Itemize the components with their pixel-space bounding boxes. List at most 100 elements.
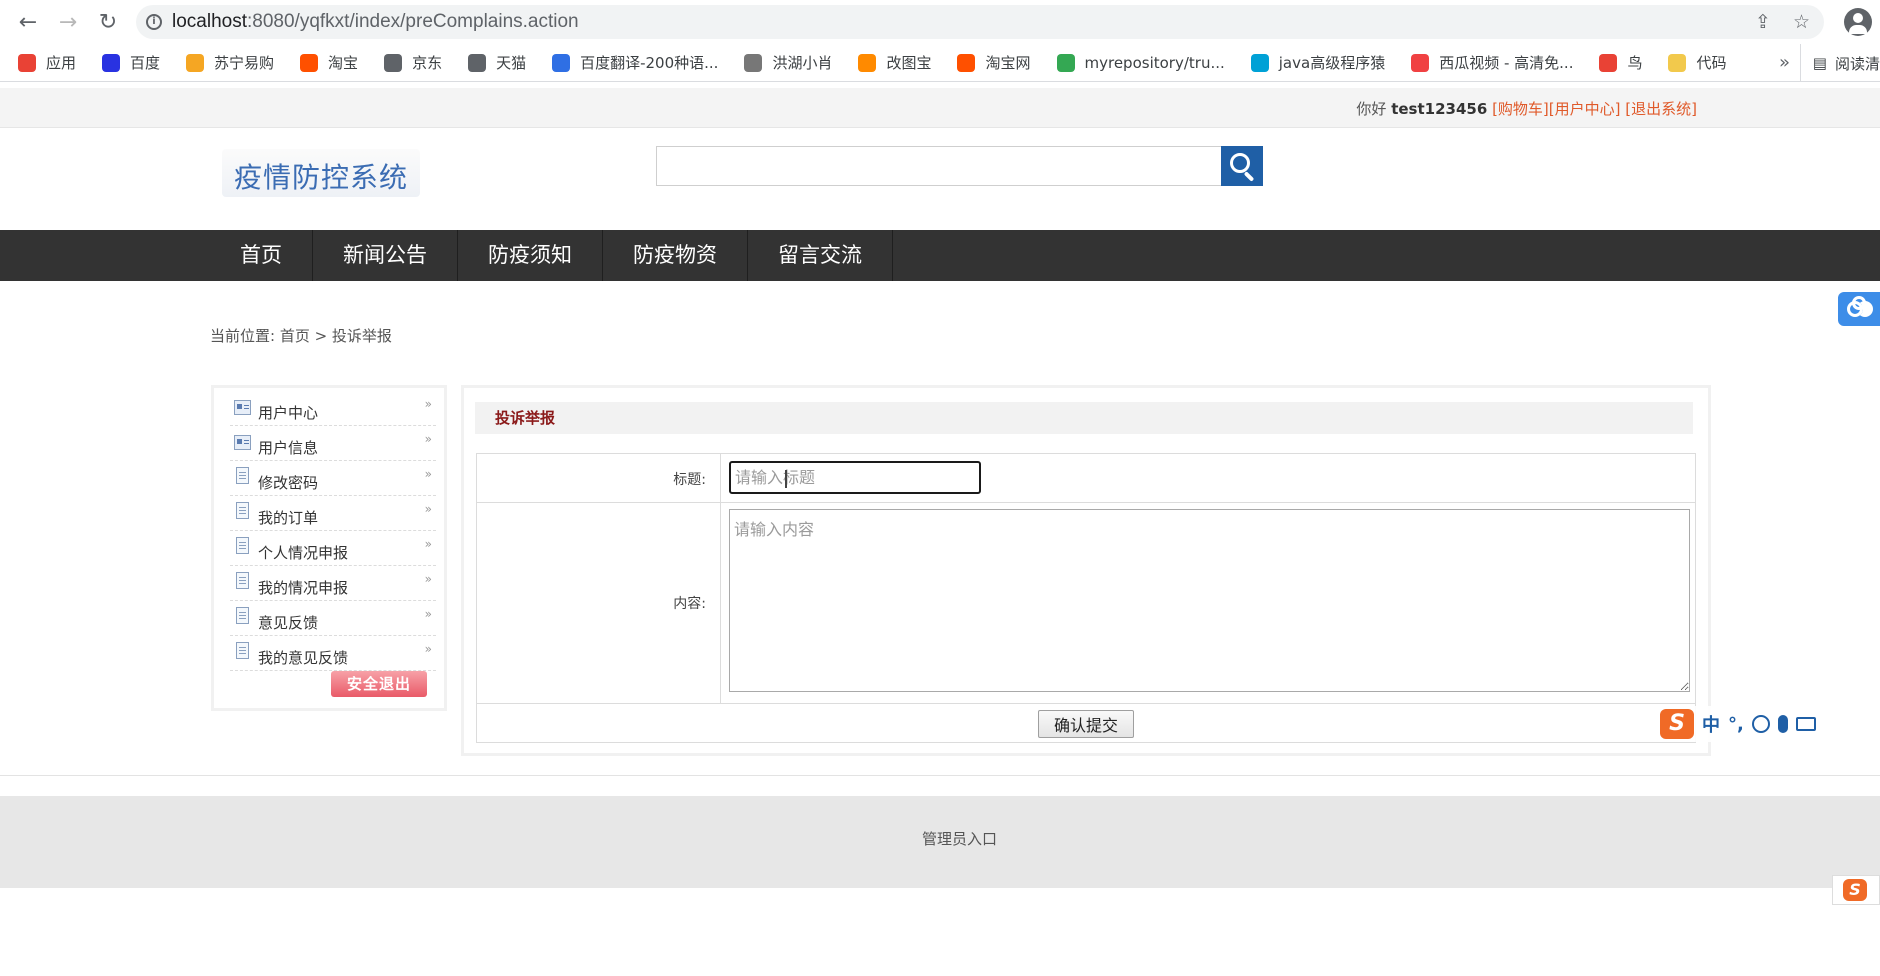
bookmark-item[interactable]: 鸟 <box>1599 52 1642 73</box>
ime-mode-toggle[interactable]: 中 <box>1702 711 1720 737</box>
title-input[interactable] <box>729 461 981 494</box>
cart-link[interactable]: [购物车] <box>1492 100 1549 118</box>
bookmark-favicon-icon <box>1056 53 1075 72</box>
sidebar-item-change-password[interactable]: 修改密码 » <box>230 461 436 496</box>
ime-punctuation-toggle[interactable]: °, <box>1728 714 1744 735</box>
bookmark-item[interactable]: 苏宁易购 <box>186 52 274 73</box>
submit-button[interactable]: 确认提交 <box>1038 710 1134 738</box>
sidebar-item-label: 用户信息 <box>258 439 319 457</box>
bookmark-label: 淘宝网 <box>985 54 1031 72</box>
search-input[interactable] <box>656 146 1222 186</box>
nav-supplies[interactable]: 防疫物资 <box>603 230 748 281</box>
bookmark-item[interactable]: 应用 <box>18 52 76 73</box>
bookmark-item[interactable]: 天猫 <box>468 52 526 73</box>
bookmark-favicon-icon <box>1250 53 1269 72</box>
site-footer: 管理员入口 <box>0 796 1880 888</box>
share-icon[interactable]: ⇪ <box>1755 11 1771 33</box>
bookmark-favicon-icon <box>384 53 403 72</box>
safe-logout-button[interactable]: 安全退出 <box>331 671 427 697</box>
document-icon <box>236 537 249 554</box>
bookmark-item[interactable]: 淘宝 <box>300 52 358 73</box>
bookmark-item[interactable]: 百度翻译-200种语... <box>552 52 718 73</box>
footer-divider <box>0 775 1880 776</box>
sidebar-item-my-orders[interactable]: 我的订单 » <box>230 496 436 531</box>
ime-logo-small-icon: S <box>1843 879 1867 901</box>
bookmarks-overflow-icon[interactable]: » <box>1779 52 1790 73</box>
sidebar-item-personal-report[interactable]: 个人情况申报 » <box>230 531 436 566</box>
bookmark-label: 应用 <box>46 54 77 72</box>
bookmark-item[interactable]: 百度 <box>102 52 160 73</box>
bookmark-item[interactable]: 代码 <box>1668 52 1727 73</box>
keyboard-icon[interactable] <box>1795 717 1816 731</box>
bookmark-label: 苏宁易购 <box>214 54 275 72</box>
sidebar-item-user-info[interactable]: 用户信息 » <box>230 426 436 461</box>
reading-list-label: 阅读清 <box>1834 54 1880 73</box>
sidebar-item-label: 我的订单 <box>258 509 319 527</box>
bookmark-favicon-icon <box>300 53 319 72</box>
search-button[interactable] <box>1221 146 1263 186</box>
sidebar-item-user-center[interactable]: 用户中心 » <box>230 391 436 426</box>
bookmark-item[interactable]: 西瓜视频 - 高清免... <box>1411 52 1573 73</box>
text-cursor-icon <box>785 470 787 488</box>
nav-home[interactable]: 首页 <box>220 230 313 281</box>
bookmark-star-icon[interactable]: ☆ <box>1793 11 1810 33</box>
sidebar-item-feedback[interactable]: 意见反馈 » <box>230 601 436 636</box>
microphone-icon[interactable] <box>1777 715 1788 733</box>
url-text[interactable]: localhost:8080/yqfkxt/index/preComplains… <box>172 11 579 33</box>
nav-messages[interactable]: 留言交流 <box>748 230 893 281</box>
sidebar-item-label: 修改密码 <box>258 474 319 492</box>
logout-link[interactable]: [退出系统] <box>1625 100 1697 118</box>
breadcrumb: 当前位置: 首页 > 投诉举报 <box>210 327 392 345</box>
chevron-right-icon: » <box>424 467 432 481</box>
bookmark-item[interactable]: java高级程序猿 <box>1250 52 1385 73</box>
bookmark-item[interactable]: 洪湖小肖 <box>744 52 832 73</box>
forward-arrow-icon[interactable]: → <box>48 2 88 42</box>
reading-list-icon: ▤ <box>1812 54 1827 72</box>
content-textarea[interactable] <box>729 509 1690 692</box>
sidebar-item-label: 个人情况申报 <box>258 544 349 562</box>
profile-avatar-icon[interactable] <box>1844 8 1872 36</box>
site-info-icon[interactable]: i <box>136 14 172 30</box>
url-host: localhost <box>172 11 247 32</box>
chevron-right-icon: » <box>424 642 432 656</box>
emoji-icon[interactable] <box>1751 715 1770 733</box>
bookmark-favicon-icon <box>744 53 763 72</box>
sidebar-item-my-feedback[interactable]: 我的意见反馈 » <box>230 636 436 671</box>
sidebar-item-label: 用户中心 <box>258 404 319 422</box>
bookmark-favicon-icon <box>957 53 976 72</box>
title-row: 标题: <box>477 454 1695 503</box>
sidebar-item-my-reports[interactable]: 我的情况申报 » <box>230 566 436 601</box>
bookmark-item[interactable]: myrepository/tru... <box>1056 53 1225 72</box>
bookmark-label: myrepository/tru... <box>1084 53 1225 72</box>
site-logo[interactable]: 疫情防控系统 <box>222 149 420 197</box>
reload-icon[interactable]: ↻ <box>88 2 128 42</box>
bookmark-favicon-icon <box>858 53 877 72</box>
username: test123456 <box>1391 100 1488 118</box>
bookmark-favicon-icon <box>1668 53 1687 72</box>
ime-logo-icon[interactable]: S <box>1660 709 1694 739</box>
bookmark-label: 百度 <box>130 54 161 72</box>
back-arrow-icon[interactable]: ← <box>8 2 48 42</box>
bookmark-label: 京东 <box>412 54 443 72</box>
document-icon <box>236 467 249 484</box>
reading-list-button[interactable]: ▤ 阅读清 <box>1799 44 1880 81</box>
admin-entry-link[interactable]: 管理员入口 <box>922 828 997 849</box>
bookmark-item[interactable]: 改图宝 <box>858 52 931 73</box>
ime-floating-icon[interactable]: S <box>1832 875 1880 905</box>
complaint-form: 标题: 内容: 确认提交 <box>476 453 1696 743</box>
bookmark-label: 百度翻译-200种语... <box>580 54 719 72</box>
sidebar-item-label: 我的意见反馈 <box>258 649 349 667</box>
address-bar[interactable]: i localhost:8080/yqfkxt/index/preComplai… <box>136 5 1824 39</box>
chevron-right-icon: » <box>424 537 432 551</box>
nav-prevention-notice[interactable]: 防疫须知 <box>458 230 603 281</box>
bookmark-item[interactable]: 京东 <box>384 52 442 73</box>
bookmark-label: 天猫 <box>496 54 527 72</box>
nav-news[interactable]: 新闻公告 <box>313 230 458 281</box>
chevron-right-icon: » <box>424 397 432 411</box>
bookmark-label: 代码 <box>1696 54 1727 72</box>
main-navigation: 首页 新闻公告 防疫须知 防疫物资 留言交流 <box>0 230 1880 281</box>
user-center-link[interactable]: [用户中心] <box>1549 100 1621 118</box>
search-icon <box>1230 153 1250 173</box>
cloud-widget-icon[interactable] <box>1838 292 1880 326</box>
bookmark-item[interactable]: 淘宝网 <box>957 52 1031 73</box>
